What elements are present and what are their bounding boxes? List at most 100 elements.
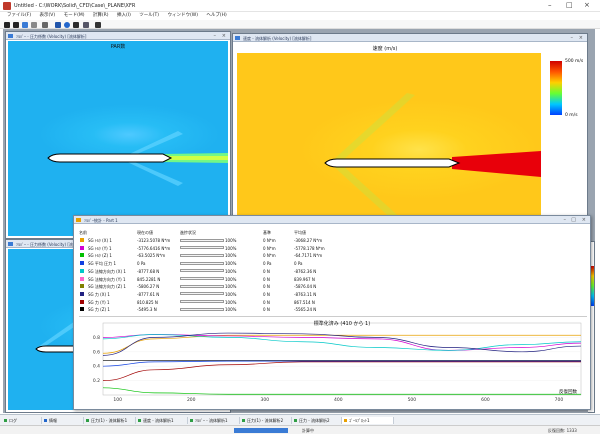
table-row[interactable]: SG 法線方向力 (Y) 1 845.2281 N 100% 0 N 839.967 N [79, 276, 399, 283]
stop-icon[interactable] [4, 21, 10, 28]
table-row[interactable]: SG 法線方向力 (Z) 1 -5806.27 N 100% 0 N -5876.04 … [79, 283, 399, 290]
menu-view[interactable]: 表示(V) [40, 12, 56, 20]
row-average: -5876.04 N [294, 284, 317, 290]
help-icon[interactable] [95, 21, 101, 28]
row-percent: 100% [225, 276, 237, 282]
maximize-button[interactable]: □ [566, 1, 573, 9]
shock-wave [123, 160, 183, 186]
close-button[interactable]: × [582, 217, 586, 223]
row-criteria: 0 N*m [263, 238, 276, 243]
reset-icon[interactable] [31, 21, 37, 28]
row-average: 839.967 N [294, 276, 315, 282]
projectile-shape [324, 158, 461, 168]
series-color-swatch [80, 268, 84, 273]
window-caption: ｿﾙﾊﾞｰ統計 - Part 1 [84, 217, 118, 223]
refresh-icon[interactable] [22, 21, 28, 28]
tab-info[interactable]: 情報 [42, 417, 84, 424]
tab-pressure-1[interactable]: 圧力(1) - 流体解析1 [84, 417, 136, 424]
window-velocity[interactable]: 速度 - 流体解析 (Velocity) [流体解析] – × 速度 (m/s) … [232, 33, 588, 241]
row-average: 867.514 N [294, 299, 315, 305]
legend-max-label: 500 m/s [565, 59, 584, 64]
table-row[interactable]: SG 力 (Z) 1 -5495.3 N 100% 0 N -5565.24 N [79, 306, 399, 313]
row-criteria: 0 N [263, 268, 270, 274]
table-row[interactable]: SG ﾄﾙｸ (Y) 1 -5776.6416 N*m 100% 0 N*m -5778… [79, 245, 399, 252]
row-value: 0 Pa [137, 261, 146, 267]
window-pressure[interactable]: ｿﾙﾊﾞｰ - 圧力係数 (Velocity) [流体解析] – × PAR数 [5, 31, 231, 239]
x-tick-label: 300 [260, 397, 269, 403]
row-name: SG 力 (Z) 1 [88, 307, 110, 313]
minimize-button[interactable]: – [571, 35, 574, 41]
row-name: SG 平均 圧力 1 [88, 261, 116, 267]
row-percent: 100% [225, 307, 237, 313]
row-criteria: 0 N [263, 291, 270, 297]
series-color-swatch [80, 299, 84, 304]
close-button[interactable]: × [584, 1, 590, 9]
row-name: SG 法線方向力 (Y) 1 [88, 276, 126, 282]
menu-help[interactable]: ヘルプ(H) [206, 12, 226, 20]
minimize-button[interactable]: – [214, 33, 217, 39]
close-button[interactable]: × [579, 35, 583, 41]
results-icon[interactable] [73, 21, 79, 28]
table-row[interactable]: SG ﾄﾙｸ (Z) 1 -63.5025 N*m 100% 0 N*m -64.717… [79, 252, 399, 259]
menu-calc[interactable]: 計算(R) [93, 12, 109, 20]
tab-pressure-3[interactable]: 圧力 - 流体解析2 [292, 417, 342, 424]
menu-mode[interactable]: モード(M) [64, 12, 85, 20]
row-value: -3123.5078 N*m [137, 238, 171, 243]
tab-log[interactable]: ログ [2, 417, 42, 424]
window-title: Untitled - C:\WORK\Solid\_CFD\Case\_PLAN… [14, 3, 136, 9]
plot-title: 速度 (m/s) [372, 46, 398, 52]
close-button[interactable]: × [222, 33, 226, 39]
window-taskbar: ログ 情報 圧力(1) - 流体解析1 速度 - 流体解析1 ｿﾙﾊﾞｰ - 流… [0, 414, 600, 425]
zoom-icon[interactable] [42, 21, 48, 28]
series-color-swatch [80, 307, 84, 312]
series-line [102, 387, 581, 395]
convergence-graph[interactable]: 標準化済み (410 から 1) 0.8 0.6 0.4 0.2 100 200 300 400… [79, 316, 587, 404]
velocity-plot[interactable]: 速度 (m/s) 500 m/s 0 m/s [235, 43, 585, 238]
table-row[interactable]: SG ﾄﾙｸ (X) 1 -3123.5078 N*m 100% 0 N*m -3068… [79, 237, 399, 244]
tab-velocity[interactable]: 速度 - 流体解析1 [136, 417, 188, 424]
row-progress-bar [180, 246, 224, 250]
row-average: -8762.36 N [294, 268, 317, 274]
pause-icon[interactable] [13, 21, 19, 28]
menu-file[interactable]: ファイル(F) [7, 12, 31, 20]
flow-plot[interactable]: PAR数 [8, 41, 228, 236]
menu-tools[interactable]: ツール(T) [139, 12, 159, 20]
row-name: SG ﾄﾙｸ (X) 1 [88, 238, 112, 243]
settings-icon[interactable] [83, 21, 89, 28]
solver-stats-window[interactable]: ｿﾙﾊﾞｰ統計 - Part 1 – □ × 名前 現在の値 進捗状況 基準 平… [73, 215, 591, 410]
menu-window[interactable]: ウィンドウ(W) [167, 12, 197, 20]
col-header-criteria: 基準 [263, 230, 271, 235]
status-iterations: 反復回数: 1333 [548, 428, 577, 433]
menu-bar: ファイル(F) 表示(V) モード(M) 計算(R) 挿入(I) ツール(T) … [0, 12, 600, 20]
row-percent: 100% [225, 238, 237, 243]
y-tick-label: 0.2 [93, 378, 100, 384]
minimize-button[interactable]: – [548, 1, 552, 9]
save-icon[interactable] [55, 21, 61, 28]
x-tick-label: 200 [187, 397, 196, 403]
table-row[interactable]: SG 力 (X) 1 -8777.61 N 100% 0 N -8763.11 N [79, 291, 399, 298]
row-progress-bar [180, 269, 224, 273]
table-row[interactable]: SG 平均 圧力 1 0 Pa 100% 0 Pa 0 Pa [79, 260, 399, 267]
row-percent: 100% [225, 284, 237, 290]
table-row[interactable]: SG 法線方向力 (X) 1 -8777.68 N 100% 0 N -8762.36 … [79, 268, 399, 275]
row-average: -5778.178 N*m [294, 245, 325, 251]
graph-svg: 標準化済み (410 から 1) 0.8 0.6 0.4 0.2 100 200 300 400… [93, 320, 582, 403]
tab-goal-plot[interactable]: ｺﾞｰﾙﾌﾟﾛｯﾄ1 [342, 417, 394, 424]
row-value: -8777.61 N [137, 291, 160, 297]
x-tick-label: 600 [481, 397, 490, 403]
row-percent: 100% [225, 253, 237, 259]
minimize-button[interactable]: – [564, 217, 567, 223]
row-criteria: 0 N [263, 299, 270, 305]
row-percent: 100% [225, 261, 237, 267]
maximize-button[interactable]: □ [571, 217, 576, 223]
row-name: SG 法線方向力 (X) 1 [88, 268, 126, 274]
menu-insert[interactable]: 挿入(I) [117, 12, 131, 20]
tab-pressure-2[interactable]: 圧力(1) - 流体解析2 [240, 417, 292, 424]
table-row[interactable]: SG 力 (Y) 1 810.825 N 100% 0 N 867.514 N [79, 299, 399, 306]
info-icon[interactable] [64, 21, 70, 28]
row-value: 845.2281 N [137, 276, 161, 282]
status-state: 計算中 [302, 428, 314, 433]
row-criteria: 0 Pa [263, 261, 272, 267]
legend-min-label: 0 m/s [565, 113, 578, 118]
tab-solver[interactable]: ｿﾙﾊﾞｰ - 流体解析1 [188, 417, 240, 424]
